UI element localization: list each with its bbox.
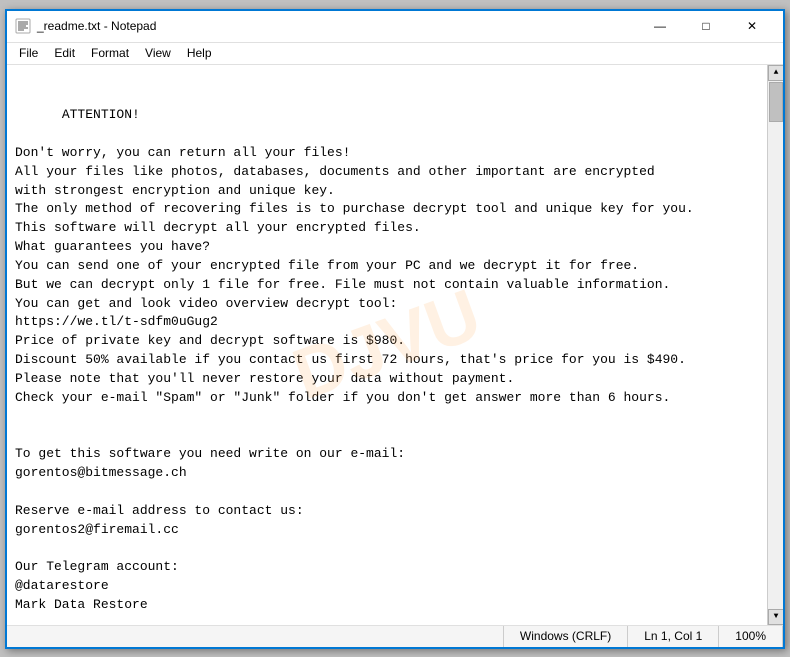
scroll-up-button[interactable]: ▲ [768, 65, 783, 81]
scroll-track[interactable] [768, 81, 783, 609]
editor-text: ATTENTION! Don't worry, you can return a… [15, 107, 694, 624]
status-position: Ln 1, Col 1 [628, 626, 719, 647]
notepad-window: _readme.txt - Notepad — □ ✕ File Edit Fo… [5, 9, 785, 649]
close-button[interactable]: ✕ [729, 10, 775, 42]
text-editor[interactable]: DJVU ATTENTION! Don't worry, you can ret… [7, 65, 767, 625]
content-area: DJVU ATTENTION! Don't worry, you can ret… [7, 65, 783, 625]
scroll-down-button[interactable]: ▼ [768, 609, 783, 625]
menu-file[interactable]: File [11, 44, 46, 62]
menu-format[interactable]: Format [83, 44, 137, 62]
status-zoom: 100% [719, 626, 783, 647]
menu-view[interactable]: View [137, 44, 179, 62]
window-controls: — □ ✕ [637, 10, 775, 42]
vertical-scrollbar[interactable]: ▲ ▼ [767, 65, 783, 625]
status-encoding: Windows (CRLF) [504, 626, 628, 647]
status-bar: Windows (CRLF) Ln 1, Col 1 100% [7, 625, 783, 647]
minimize-button[interactable]: — [637, 10, 683, 42]
app-icon [15, 18, 31, 34]
menu-bar: File Edit Format View Help [7, 43, 783, 65]
scroll-thumb[interactable] [769, 82, 783, 122]
window-title: _readme.txt - Notepad [37, 19, 637, 33]
status-empty [7, 626, 504, 647]
menu-help[interactable]: Help [179, 44, 220, 62]
maximize-button[interactable]: □ [683, 10, 729, 42]
menu-edit[interactable]: Edit [46, 44, 83, 62]
title-bar: _readme.txt - Notepad — □ ✕ [7, 11, 783, 43]
